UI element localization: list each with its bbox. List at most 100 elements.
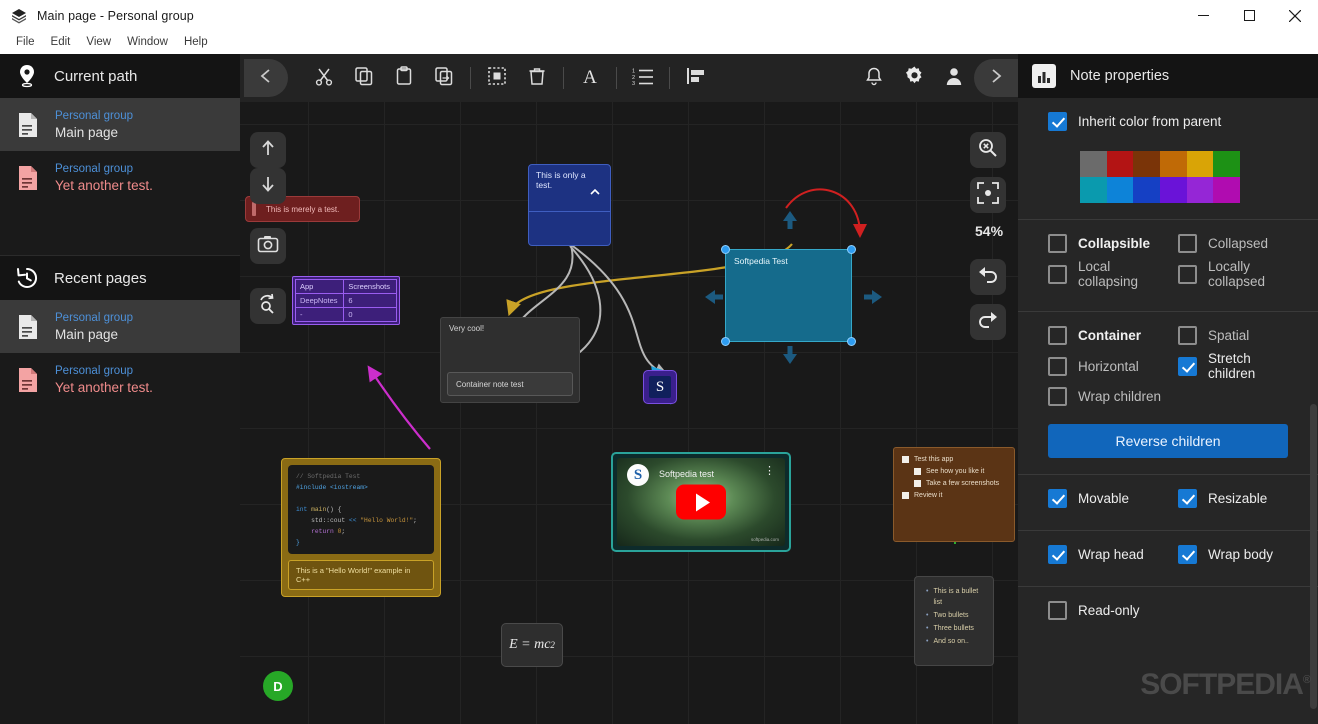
resize-handle-br[interactable] bbox=[847, 337, 856, 346]
reverse-children-button[interactable]: Reverse children bbox=[1048, 424, 1288, 458]
toolbar-cut-button[interactable] bbox=[309, 63, 339, 93]
nav-back-button[interactable] bbox=[244, 59, 288, 97]
resize-handle-bl[interactable] bbox=[721, 337, 730, 346]
minimize-button[interactable] bbox=[1180, 0, 1226, 31]
note-table[interactable]: App Screenshots DeepNotes 6 - 0 bbox=[292, 276, 400, 325]
stretch-children-checkbox-row[interactable]: Stretch children bbox=[1178, 351, 1308, 381]
resize-handle-tl[interactable] bbox=[721, 245, 730, 254]
menu-window[interactable]: Window bbox=[119, 33, 176, 52]
wrap-head-checkbox-row[interactable]: Wrap head bbox=[1048, 545, 1178, 564]
canvas-tool-undo[interactable] bbox=[970, 259, 1006, 295]
checklist-item[interactable]: See how you like it bbox=[914, 467, 1006, 476]
spatial-checkbox-row[interactable]: Spatial bbox=[1178, 326, 1308, 345]
canvas-tool-move-down[interactable] bbox=[250, 168, 286, 204]
inherit-color-checkbox[interactable] bbox=[1048, 112, 1067, 131]
avatar[interactable]: D bbox=[263, 671, 293, 701]
checklist-item[interactable]: Review it bbox=[902, 491, 1006, 500]
sidebar-item-yet-another-test[interactable]: Personal group Yet another test. bbox=[0, 151, 240, 204]
move-arrow-left-icon[interactable] bbox=[703, 286, 725, 313]
note-teal-softpedia-test[interactable]: Softpedia Test bbox=[721, 245, 856, 346]
canvas-tool-redo[interactable] bbox=[970, 304, 1006, 340]
menu-edit[interactable]: Edit bbox=[43, 33, 79, 52]
checkbox-icon[interactable] bbox=[914, 468, 921, 475]
move-arrow-up-icon[interactable] bbox=[779, 209, 801, 236]
video-thumbnail[interactable]: S Softpedia test ⋮ softpedia.com bbox=[617, 458, 785, 546]
resize-handle-tr[interactable] bbox=[847, 245, 856, 254]
play-button-icon[interactable] bbox=[676, 484, 726, 520]
note-blue-test[interactable]: This is only a test. bbox=[528, 164, 611, 246]
container-checkbox-row[interactable]: Container bbox=[1048, 326, 1178, 345]
locally-collapsed-checkbox[interactable] bbox=[1178, 264, 1197, 284]
color-swatch[interactable] bbox=[1159, 177, 1187, 203]
color-swatch[interactable] bbox=[1186, 151, 1214, 177]
toolbar-delete-button[interactable] bbox=[522, 63, 552, 93]
toolbar-text-button[interactable]: A bbox=[575, 63, 605, 93]
chevron-up-icon[interactable] bbox=[590, 187, 600, 197]
note-container-very-cool[interactable]: Very cool! Container note test bbox=[440, 317, 580, 403]
menu-file[interactable]: File bbox=[8, 33, 43, 52]
read-only-checkbox-row[interactable]: Read-only bbox=[1048, 601, 1140, 620]
note-bullet-list[interactable]: • This is a bullet list • Two bullets • … bbox=[914, 576, 994, 666]
move-arrow-down-icon[interactable] bbox=[779, 344, 801, 371]
note-s-logo[interactable]: S bbox=[643, 370, 677, 404]
color-swatch[interactable] bbox=[1133, 151, 1160, 177]
canvas-tool-sync[interactable] bbox=[250, 288, 286, 324]
checkbox-icon[interactable] bbox=[902, 492, 909, 499]
color-swatch[interactable] bbox=[1080, 151, 1107, 177]
toolbar-account-button[interactable] bbox=[939, 63, 969, 93]
movable-checkbox[interactable] bbox=[1048, 489, 1067, 508]
movable-checkbox-row[interactable]: Movable bbox=[1048, 489, 1178, 508]
wrap-body-checkbox[interactable] bbox=[1178, 545, 1197, 564]
toolbar-paste-button[interactable] bbox=[389, 63, 419, 93]
wrap-children-checkbox-row[interactable]: Wrap children bbox=[1048, 387, 1161, 406]
local-collapsing-checkbox-row[interactable]: Local collapsing bbox=[1048, 259, 1178, 289]
toolbar-numbered-list-button[interactable]: 1 2 3 bbox=[628, 63, 658, 93]
horizontal-checkbox-row[interactable]: Horizontal bbox=[1048, 351, 1178, 381]
read-only-checkbox[interactable] bbox=[1048, 601, 1067, 620]
container-checkbox[interactable] bbox=[1048, 326, 1067, 345]
note-code-cpp[interactable]: // Softpedia Test #include <iostream> in… bbox=[281, 458, 441, 598]
color-swatch[interactable] bbox=[1186, 177, 1214, 203]
wrap-head-checkbox[interactable] bbox=[1048, 545, 1067, 564]
note-math-formula[interactable]: E = mc 2 bbox=[501, 623, 563, 667]
color-swatch[interactable] bbox=[1213, 151, 1240, 177]
menu-view[interactable]: View bbox=[78, 33, 119, 52]
toolbar-duplicate-button[interactable] bbox=[429, 63, 459, 93]
move-arrow-right-icon[interactable] bbox=[862, 286, 884, 313]
checklist-item[interactable]: Take a few screenshots bbox=[914, 479, 1006, 488]
nav-forward-button[interactable] bbox=[974, 59, 1018, 97]
inherit-color-checkbox-row[interactable]: Inherit color from parent bbox=[1048, 112, 1221, 131]
color-swatch[interactable] bbox=[1106, 177, 1134, 203]
wrap-body-checkbox-row[interactable]: Wrap body bbox=[1178, 545, 1308, 564]
wrap-children-checkbox[interactable] bbox=[1048, 387, 1067, 406]
spatial-checkbox[interactable] bbox=[1178, 326, 1197, 345]
collapsible-checkbox-row[interactable]: Collapsible bbox=[1048, 234, 1178, 253]
toolbar-align-button[interactable] bbox=[681, 63, 711, 93]
collapsed-checkbox-row[interactable]: Collapsed bbox=[1178, 234, 1308, 253]
sidebar-item-main-page[interactable]: Personal group Main page bbox=[0, 98, 240, 151]
color-swatch[interactable] bbox=[1159, 151, 1187, 177]
collapsible-checkbox[interactable] bbox=[1048, 234, 1067, 253]
close-button[interactable] bbox=[1272, 0, 1318, 31]
menu-help[interactable]: Help bbox=[176, 33, 216, 52]
recent-item-main-page[interactable]: Personal group Main page bbox=[0, 300, 240, 353]
checkbox-icon[interactable] bbox=[902, 456, 909, 463]
note-video-softpedia[interactable]: S Softpedia test ⋮ softpedia.com bbox=[611, 452, 791, 552]
maximize-button[interactable] bbox=[1226, 0, 1272, 31]
collapsed-checkbox[interactable] bbox=[1178, 234, 1197, 253]
toolbar-select-all-button[interactable] bbox=[482, 63, 512, 93]
toolbar-notifications-button[interactable] bbox=[859, 63, 889, 93]
toolbar-settings-button[interactable] bbox=[899, 63, 929, 93]
horizontal-checkbox[interactable] bbox=[1048, 356, 1067, 376]
kebab-menu-icon[interactable]: ⋮ bbox=[764, 466, 775, 477]
checkbox-icon[interactable] bbox=[914, 480, 921, 487]
locally-collapsed-checkbox-row[interactable]: Locally collapsed bbox=[1178, 259, 1308, 289]
checklist-item[interactable]: Test this app bbox=[902, 455, 1006, 464]
stretch-children-checkbox[interactable] bbox=[1178, 356, 1197, 376]
properties-panel-scrollbar[interactable] bbox=[1310, 404, 1317, 709]
toolbar-copy-button[interactable] bbox=[349, 63, 379, 93]
canvas-tool-zoom-reset[interactable] bbox=[970, 132, 1006, 168]
recent-item-yet-another-test[interactable]: Personal group Yet another test. bbox=[0, 353, 240, 406]
color-swatch[interactable] bbox=[1080, 177, 1107, 203]
resizable-checkbox-row[interactable]: Resizable bbox=[1178, 489, 1308, 508]
